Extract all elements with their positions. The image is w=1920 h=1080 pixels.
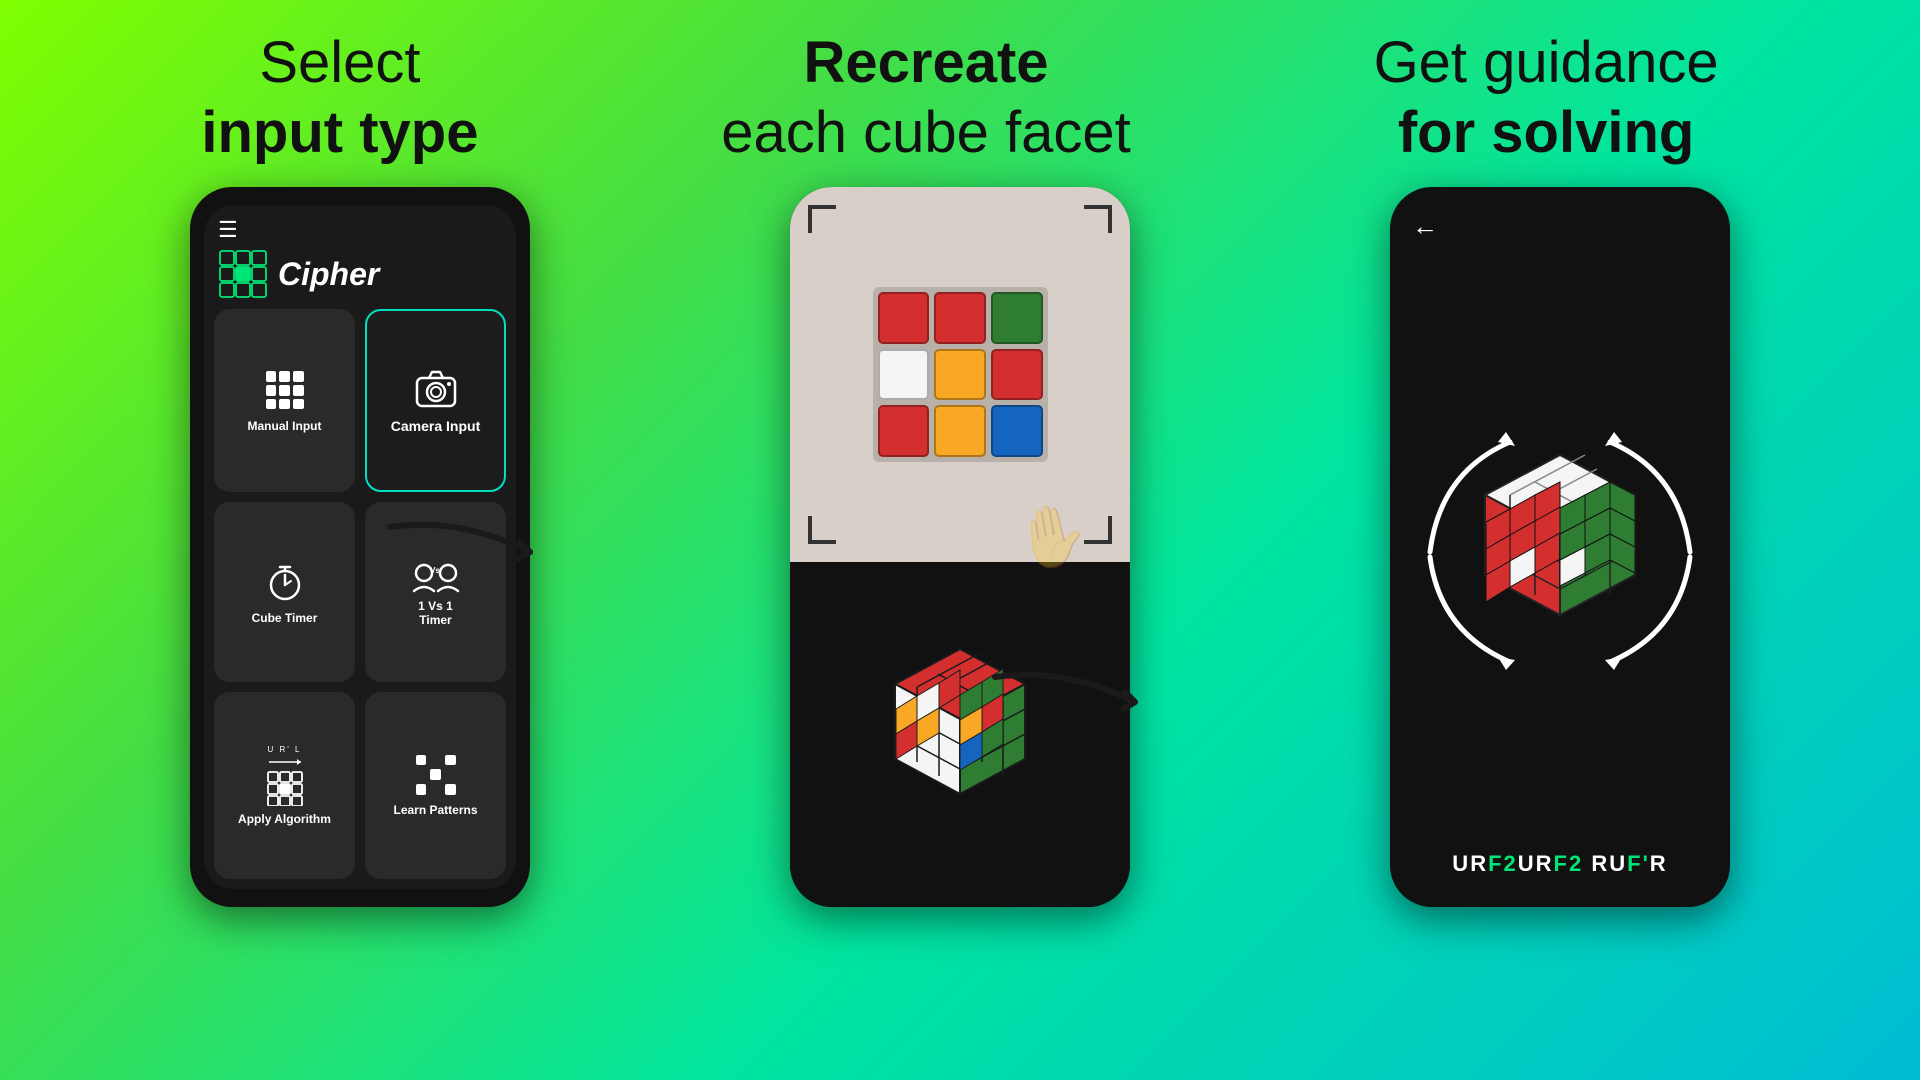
cube-cell	[934, 292, 986, 344]
scan-corner-tr	[1084, 205, 1112, 233]
hand-icon: ✋	[1010, 495, 1096, 578]
spinning-cube-area	[1390, 252, 1730, 851]
spin-cube-wrap	[1410, 412, 1710, 692]
phone3: ←	[1390, 187, 1730, 907]
camera-view: ✋	[790, 187, 1130, 561]
header-col2-line1: Recreate	[721, 28, 1131, 98]
cube-cell	[991, 405, 1043, 457]
spin-arrows-icon	[1410, 412, 1710, 692]
header-col1-line2: input type	[201, 98, 478, 168]
back-button[interactable]: ←	[1390, 211, 1730, 252]
header-row: Select input type Recreate each cube fac…	[0, 0, 1920, 167]
camera-icon	[415, 370, 457, 408]
arrow1-icon	[380, 507, 580, 597]
cube-cell	[934, 405, 986, 457]
app-name: Cipher	[278, 256, 379, 293]
camera-input-label: Camera Input	[391, 418, 480, 434]
arrow1-wrap	[380, 507, 580, 602]
pvp-timer-label: 1 Vs 1 Timer	[418, 599, 453, 627]
cube-timer-label: Cube Timer	[252, 611, 318, 625]
manual-input-label: Manual Input	[248, 419, 322, 433]
phone2: ✋	[790, 187, 1130, 907]
header-col2-line2: each cube facet	[721, 98, 1131, 168]
cube-cell	[991, 292, 1043, 344]
algo-sequence-text: URF2URF2 RUF'R	[1452, 851, 1667, 876]
arrow2-icon	[985, 657, 1185, 747]
cube-cell	[934, 349, 986, 401]
algo-sequence-area: URF2URF2 RUF'R	[1390, 851, 1730, 887]
header-col3: Get guidance for solving	[1374, 28, 1719, 167]
menu-item-apply-algo[interactable]: U R' L	[214, 692, 355, 879]
cube-algo-icon	[266, 770, 304, 806]
cube-cell	[878, 292, 930, 344]
timer-icon	[266, 563, 304, 601]
arrow2-wrap	[985, 657, 1185, 752]
header-col2: Recreate each cube facet	[721, 28, 1131, 167]
patterns-icon	[416, 755, 456, 795]
grid-icon	[266, 371, 304, 409]
phone1-topbar: ☰	[204, 205, 516, 245]
phones-row: ☰ Cipher	[0, 167, 1920, 907]
apply-algo-label: Apply Algorithm	[238, 812, 331, 826]
app-header: Cipher	[204, 245, 516, 309]
header-col3-line2: for solving	[1374, 98, 1719, 168]
header-col1-line1: Select	[201, 28, 478, 98]
cube-cell	[878, 349, 930, 401]
cube-logo-icon	[218, 249, 268, 299]
scan-corner-tl	[808, 205, 836, 233]
algo-text-small: U R' L	[268, 745, 302, 754]
menu-item-manual-input[interactable]: Manual Input	[214, 309, 355, 491]
cube-cell	[991, 349, 1043, 401]
menu-item-cube-timer[interactable]: Cube Timer	[214, 502, 355, 682]
algo-arrow-icon	[267, 758, 303, 766]
hamburger-icon[interactable]: ☰	[218, 219, 502, 241]
cube-face-scan	[873, 287, 1048, 462]
header-col3-line1: Get guidance	[1374, 28, 1719, 98]
header-col1: Select input type	[201, 28, 478, 167]
learn-patterns-label: Learn Patterns	[393, 803, 477, 817]
menu-item-learn-patterns[interactable]: Learn Patterns	[365, 692, 506, 879]
scan-corner-bl	[808, 516, 836, 544]
cube-cell	[878, 405, 930, 457]
menu-item-camera-input[interactable]: Camera Input	[365, 309, 506, 491]
